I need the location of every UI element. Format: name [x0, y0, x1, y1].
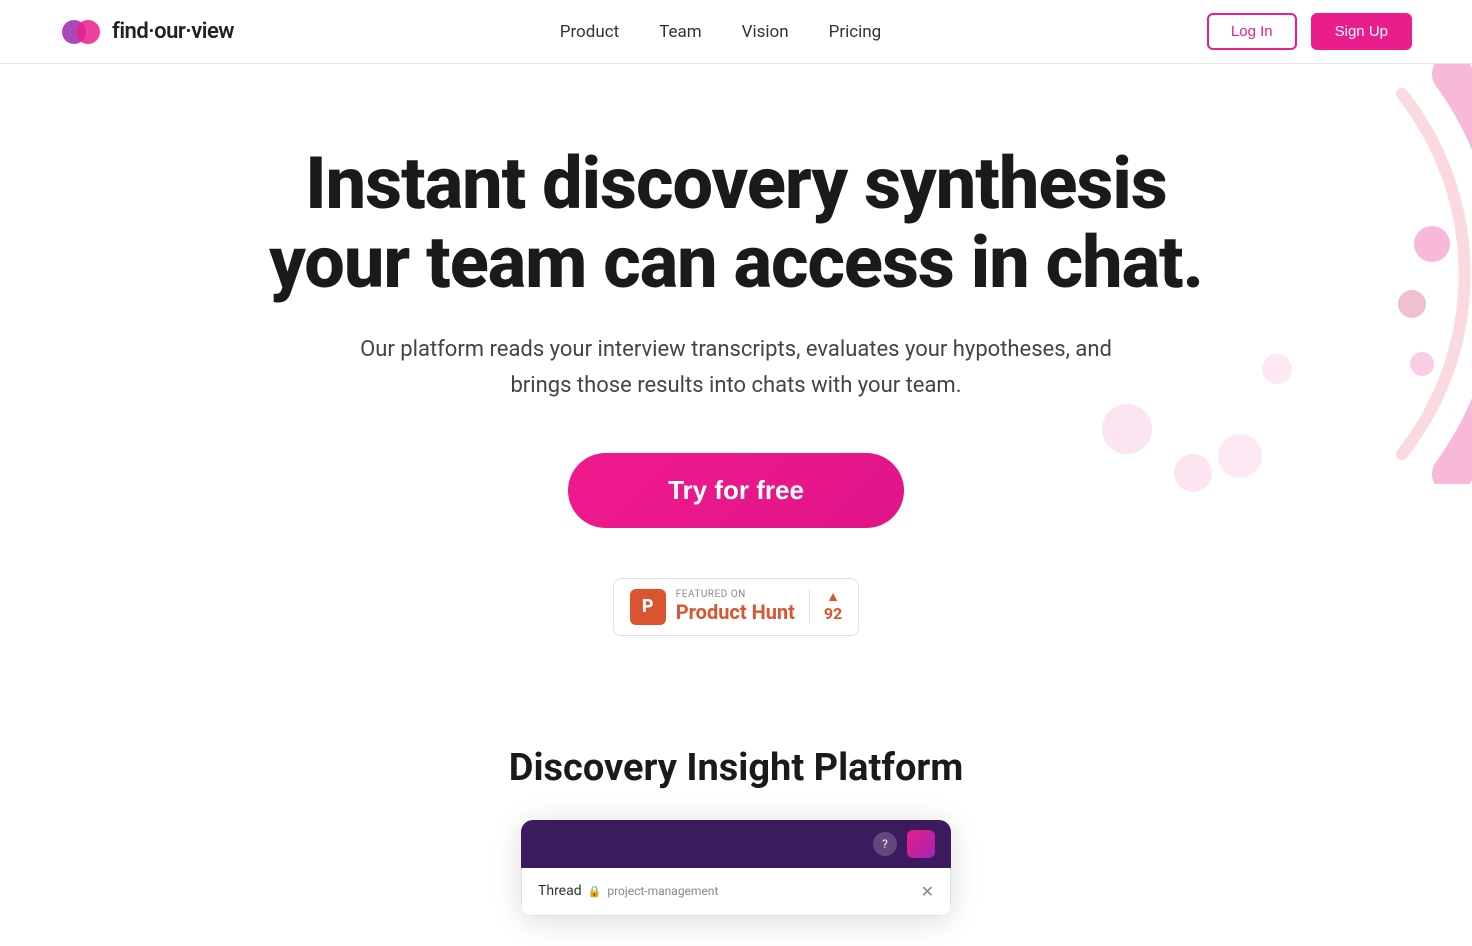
hero-title: Instant discovery synthesis your team ca…: [200, 144, 1272, 302]
hero-subtitle: Our platform reads your interview transc…: [346, 332, 1126, 402]
help-icon: ?: [873, 832, 897, 856]
thread-row: Thread 🔒 project-management ✕: [538, 882, 934, 901]
ph-featured-label: FEATURED ON: [676, 589, 746, 600]
app-preview-header: ?: [521, 820, 951, 868]
signup-button[interactable]: Sign Up: [1311, 13, 1412, 50]
header: find·our·view Product Team Vision Pricin…: [0, 0, 1472, 64]
close-icon[interactable]: ✕: [921, 882, 934, 901]
ph-votes-section: ▲ 92: [809, 590, 842, 623]
logo-text: find·our·view: [112, 19, 234, 44]
nav-team[interactable]: Team: [659, 22, 702, 42]
ph-upvote-arrow: ▲: [826, 590, 840, 604]
thread-label: Thread 🔒 project-management: [538, 883, 718, 899]
ph-name: Product Hunt: [676, 600, 795, 624]
login-button[interactable]: Log In: [1207, 13, 1297, 50]
nav-vision[interactable]: Vision: [742, 22, 789, 42]
thread-text: Thread: [538, 883, 582, 899]
header-actions: Log In Sign Up: [1207, 13, 1412, 50]
channel-name: project-management: [607, 884, 718, 898]
main-nav: Product Team Vision Pricing: [560, 22, 881, 42]
try-free-button[interactable]: Try for free: [568, 453, 904, 528]
logo[interactable]: find·our·view: [60, 11, 234, 53]
lock-icon: 🔒: [588, 885, 602, 898]
main-content: Instant discovery synthesis your team ca…: [0, 64, 1472, 946]
discovery-section: Discovery Insight Platform ? Thread 🔒 pr…: [0, 726, 1472, 946]
nav-pricing[interactable]: Pricing: [829, 22, 882, 42]
nav-product[interactable]: Product: [560, 22, 619, 42]
hero-section: Instant discovery synthesis your team ca…: [0, 64, 1472, 726]
product-hunt-text: FEATURED ON Product Hunt: [676, 589, 795, 624]
product-hunt-icon: P: [630, 589, 666, 625]
logo-icon: [60, 11, 102, 53]
app-preview: ? Thread 🔒 project-management ✕: [521, 820, 951, 916]
app-preview-body: Thread 🔒 project-management ✕: [521, 868, 951, 916]
product-hunt-badge[interactable]: P FEATURED ON Product Hunt ▲ 92: [613, 578, 859, 636]
ph-vote-count: 92: [824, 604, 842, 623]
user-avatar: [907, 830, 935, 858]
